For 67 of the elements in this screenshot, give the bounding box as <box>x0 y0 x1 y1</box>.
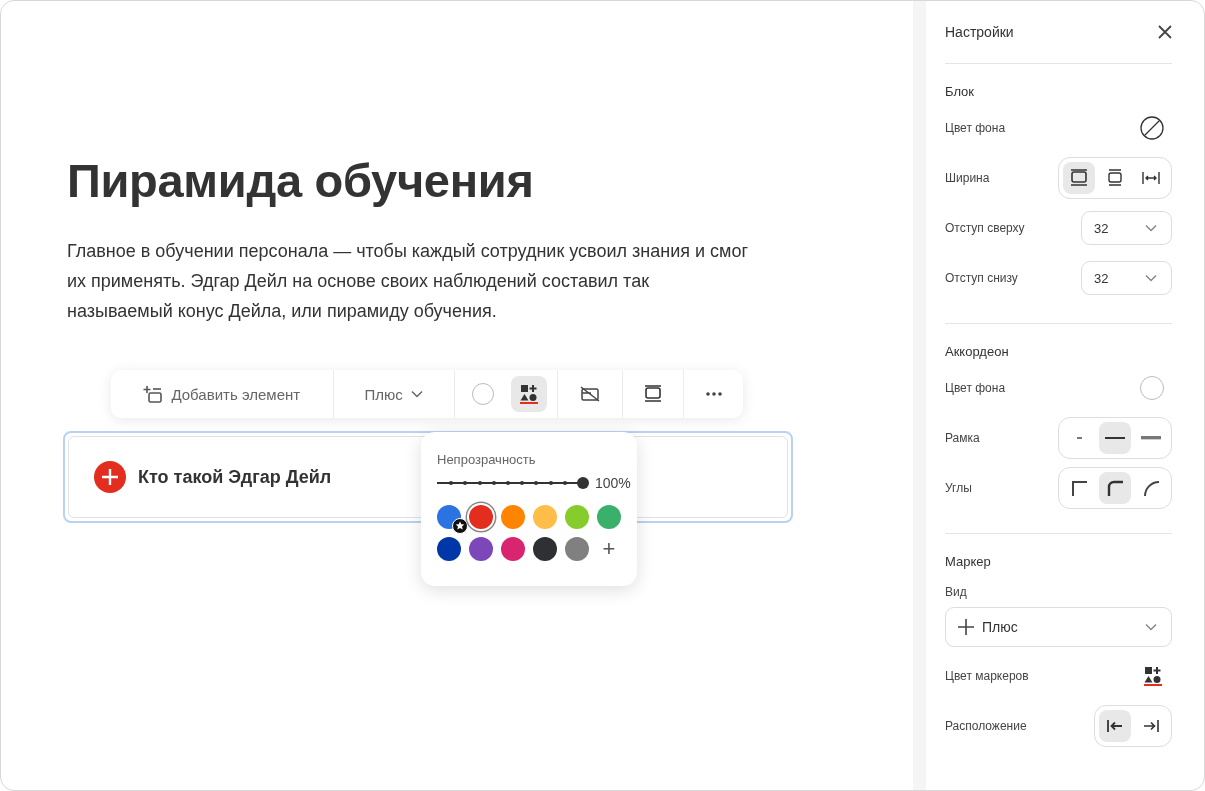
setting-label: Цвет фона <box>945 381 1006 395</box>
add-box-icon <box>143 385 164 403</box>
color-swatch[interactable] <box>1140 376 1164 400</box>
no-color-icon[interactable] <box>1140 116 1164 140</box>
opacity-slider[interactable] <box>437 477 589 489</box>
setting-label: Рамка <box>945 431 980 445</box>
chevron-down-icon <box>1145 224 1157 232</box>
close-button[interactable] <box>1158 25 1172 39</box>
setting-label: Расположение <box>945 719 1027 733</box>
section-title: Аккордеон <box>945 344 1010 359</box>
square-corner-icon <box>1069 478 1089 498</box>
setting-label: Ширина <box>945 171 990 185</box>
crossed-box-icon <box>579 386 600 402</box>
close-icon <box>1158 25 1172 39</box>
full-width-icon <box>1069 168 1089 188</box>
thin-line-icon <box>1076 437 1082 439</box>
thick-line-icon <box>1141 436 1161 440</box>
round-corner-icon <box>1141 478 1161 498</box>
medium-line-icon <box>1105 437 1125 439</box>
select-field[interactable]: 32 <box>1081 261 1172 295</box>
select-field[interactable]: 32 <box>1081 211 1172 245</box>
opacity-value: 100% <box>595 475 631 491</box>
section-title: Блок <box>945 84 976 99</box>
slider-thumb[interactable] <box>577 477 589 489</box>
more-icon <box>705 392 722 396</box>
add-color-button[interactable]: + <box>597 537 621 561</box>
marker-color-button[interactable] <box>511 376 547 412</box>
opacity-label: Непрозрачность <box>437 452 537 467</box>
color-swatch[interactable] <box>469 505 493 529</box>
setting-label: Отступ сверху <box>945 221 1025 235</box>
panel-title: Настройки <box>945 24 1014 40</box>
color-swatch[interactable] <box>597 505 621 529</box>
option-button[interactable] <box>1063 162 1095 194</box>
setting-label: Отступ снизу <box>945 271 1018 285</box>
color-swatch[interactable] <box>565 537 589 561</box>
color-swatch[interactable] <box>501 537 525 561</box>
setting-label: Углы <box>945 481 972 495</box>
section-title: Маркер <box>945 554 992 569</box>
chevron-down-icon <box>1145 274 1157 282</box>
color-swatch[interactable] <box>533 505 557 529</box>
setting-label: Цвет фона <box>945 121 1006 135</box>
color-swatch[interactable] <box>469 537 493 561</box>
option-button[interactable] <box>1099 422 1131 454</box>
setting-label: Вид <box>945 585 968 599</box>
rounded-corner-icon <box>1105 478 1125 498</box>
page-title: Пирамида обучения <box>67 153 535 208</box>
setting-label: Цвет маркеров <box>945 669 1029 683</box>
color-swatch[interactable] <box>565 505 589 529</box>
color-swatch[interactable] <box>533 537 557 561</box>
shapes-icon <box>520 384 538 404</box>
chevron-down-icon <box>410 390 423 398</box>
plus-marker-icon <box>94 461 126 493</box>
shapes-icon <box>1144 666 1162 686</box>
select-field[interactable]: Плюс <box>945 607 1172 647</box>
add-element-button[interactable]: Добавить элемент <box>135 379 309 409</box>
accordion-title: Кто такой Эдгар Дейл <box>138 466 332 488</box>
full-width-icon <box>643 384 664 404</box>
option-button[interactable] <box>1099 472 1131 504</box>
intro-paragraph: Главное в обучении персонала — чтобы каждый сотрудник усвоил знания и смог их применять. Эдгар Дейл на основе своих наблюдений составил так называемый конус Дейла, или пирамиду обучения. <box>67 240 749 323</box>
medium-width-icon <box>1105 168 1125 188</box>
option-button[interactable] <box>1099 710 1131 742</box>
chevron-down-icon <box>1145 623 1157 631</box>
color-swatch[interactable] <box>501 505 525 529</box>
plus-icon <box>958 619 974 635</box>
marker-type-dropdown[interactable]: Плюс <box>356 379 431 409</box>
star-badge-icon <box>452 518 468 534</box>
color-swatch[interactable] <box>437 537 461 561</box>
